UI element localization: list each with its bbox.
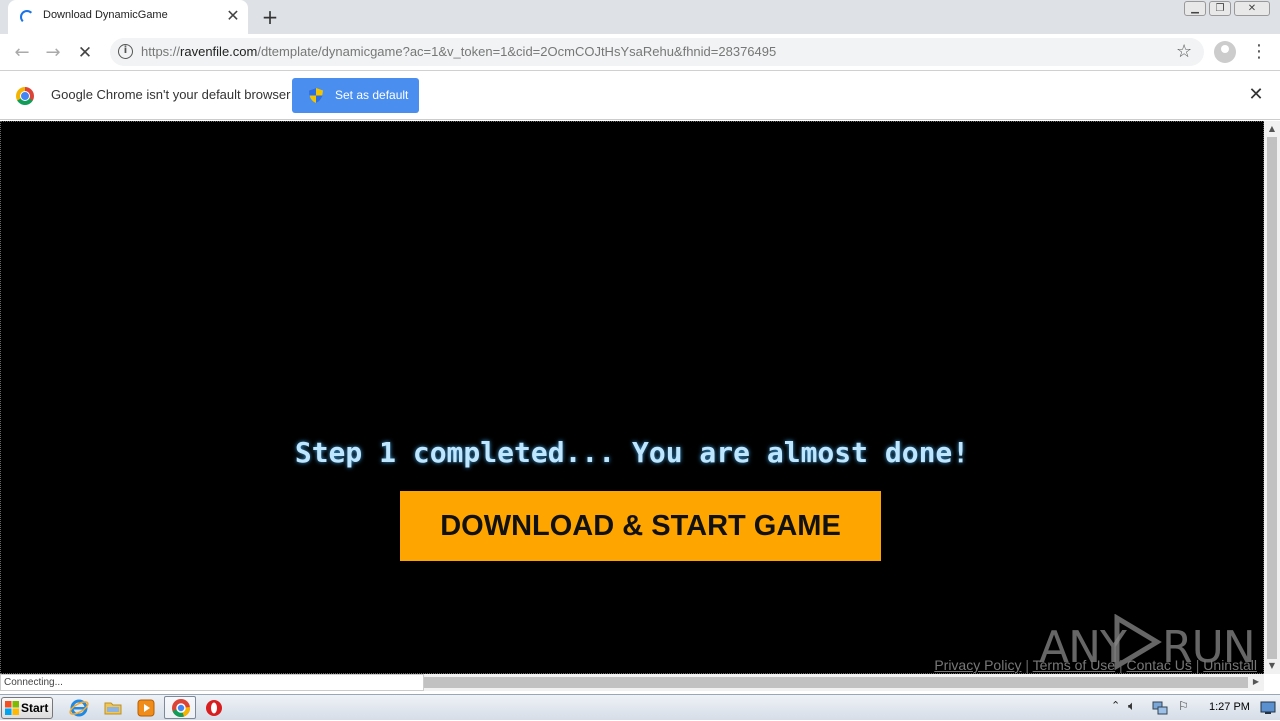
opera-icon[interactable] [204,698,224,718]
info-icon[interactable]: i [118,44,133,59]
tab-active[interactable]: Download DynamicGame ✕ [8,0,248,34]
uninstall-link[interactable]: Uninstall [1203,657,1257,673]
scroll-down-arrow-icon[interactable]: ▼ [1264,661,1280,670]
minimize-button[interactable]: ▁ [1184,1,1206,16]
taskbar-active-chrome[interactable] [164,696,196,719]
loading-spinner-icon [20,10,34,24]
infobar-close-icon[interactable]: ✕ [1246,84,1266,106]
profile-avatar-icon[interactable] [1214,41,1236,63]
new-tab-button[interactable]: + [258,5,282,29]
forward-arrow-icon[interactable]: → [40,40,66,66]
media-player-icon[interactable] [136,698,156,718]
volume-icon[interactable]: 🔈︎ [1128,699,1136,714]
url-scheme: https:// [141,44,181,59]
default-browser-infobar: Google Chrome isn't your default browser… [0,71,1280,120]
chrome-logo-icon [16,87,34,105]
contact-us-link[interactable]: Contac Us [1127,657,1192,673]
show-desktop-icon[interactable] [1260,701,1276,715]
footer-separator: | [1195,657,1200,673]
step-status-heading: Step 1 completed... You are almost done! [294,436,970,469]
tab-strip: Download DynamicGame ✕ + ▁ ❐ ✕ [0,0,1280,34]
close-icon: ✕ [1247,3,1257,14]
scroll-right-arrow-icon[interactable]: ▶ [1248,677,1264,686]
menu-kebab-icon[interactable]: ⋮ [1250,40,1268,64]
terms-of-use-link[interactable]: Terms of Use [1033,657,1115,673]
page-viewport: Step 1 completed... You are almost done!… [0,121,1264,674]
start-label: Start [21,701,49,715]
status-bubble: Connecting... [0,674,424,691]
action-center-flag-icon[interactable]: ⚐ [1178,699,1189,713]
restore-icon: ❐ [1215,3,1225,14]
privacy-policy-link[interactable]: Privacy Policy [934,657,1021,673]
url-path: /dtemplate/dynamicgame?ac=1&v_token=1&ci… [257,44,777,59]
restore-button[interactable]: ❐ [1209,1,1231,16]
url-host: ravenfile.com [180,44,258,59]
horizontal-scroll-thumb[interactable] [424,677,1248,688]
download-start-game-button[interactable]: DOWNLOAD & START GAME [400,491,881,561]
internet-explorer-icon[interactable] [69,698,89,718]
chrome-icon [172,699,191,718]
window-close-button[interactable]: ✕ [1234,1,1270,16]
scroll-up-arrow-icon[interactable]: ▲ [1264,124,1280,133]
infobar-message: Google Chrome isn't your default browser [51,87,291,102]
start-button[interactable]: Start [1,697,53,719]
windows-taskbar: Start ⌃ 🔈︎ ⚐ 1:27 PM [0,694,1280,720]
address-bar[interactable]: i https://ravenfile.com/dtemplate/dynami… [110,38,1204,66]
url-text[interactable]: https://ravenfile.com/dtemplate/dynamicg… [141,44,776,59]
system-tray: ⌃ 🔈︎ ⚐ [1104,695,1280,721]
tab-title: Download DynamicGame [43,9,168,21]
set-as-default-button[interactable]: Set as default [292,78,419,113]
bookmark-star-icon[interactable]: ☆ [1176,41,1192,62]
set-as-default-label: Set as default [335,88,409,102]
minimize-icon: ▁ [1191,3,1199,14]
tab-close-icon[interactable]: ✕ [224,6,242,26]
stop-loading-icon[interactable]: ✕ [72,40,98,66]
uac-shield-icon [309,88,323,103]
footer-separator: | [1118,657,1123,673]
footer-links: Privacy Policy | Terms of Use | Contac U… [934,657,1257,673]
tray-expand-icon[interactable]: ⌃ [1111,699,1120,712]
vertical-scroll-thumb[interactable] [1267,137,1277,659]
footer-separator: | [1025,657,1029,673]
folder-icon[interactable] [103,698,123,718]
network-icon[interactable] [1152,700,1168,716]
back-arrow-icon[interactable]: ← [9,40,35,66]
vertical-scrollbar[interactable]: ▲ ▼ [1264,121,1280,674]
taskbar-clock: 1:27 PM [1209,701,1250,713]
browser-toolbar: ← → ✕ i https://ravenfile.com/dtemplate/… [0,34,1280,71]
windows-logo-icon [5,701,19,715]
